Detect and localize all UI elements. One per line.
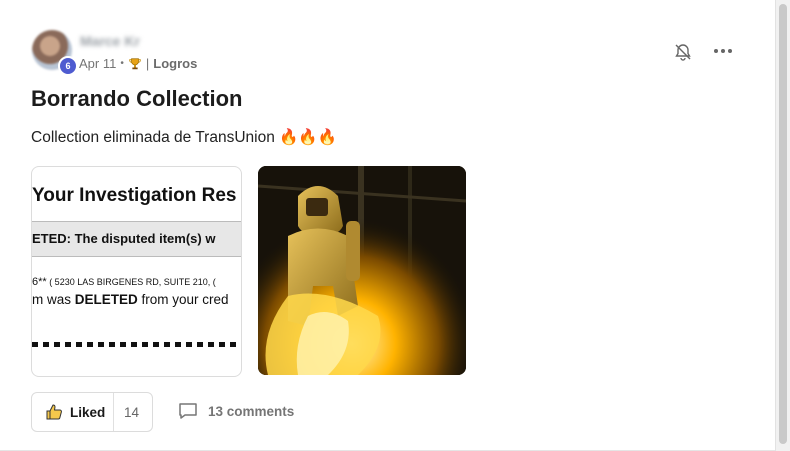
scrollbar[interactable]	[775, 0, 790, 451]
attachment-line-1: 6** ( 5230 LAS BIRGENES RD, SUITE 210, (	[32, 276, 216, 288]
post-category[interactable]: Logros	[153, 56, 197, 71]
attachment-band-text: ETED: The disputed item(s) w	[32, 231, 216, 246]
attachment-image-1[interactable]: Your Investigation Res ETED: The dispute…	[31, 166, 242, 377]
category-prefix: |	[145, 56, 150, 71]
comments-label: 13 comments	[208, 403, 295, 419]
post-date[interactable]: Apr 11	[79, 56, 116, 71]
thumbs-up-icon	[46, 404, 62, 420]
scrollbar-thumb[interactable]	[779, 4, 787, 444]
more-horizontal-icon[interactable]	[712, 40, 734, 62]
attachment-band: ETED: The disputed item(s) w	[32, 221, 241, 257]
like-divider	[113, 393, 114, 431]
dashed-divider	[32, 342, 241, 347]
author-name[interactable]: Marce Kr	[80, 33, 140, 49]
like-count[interactable]: 14	[124, 405, 139, 420]
level-badge: 6	[58, 56, 78, 76]
post-title[interactable]: Borrando Collection	[31, 86, 242, 112]
attachment-line-2: m was DELETED from your cred	[32, 292, 229, 307]
post-meta: Apr 11 • | Logros	[79, 56, 197, 71]
comments-button[interactable]: 13 comments	[178, 402, 294, 420]
post-card: 6 Marce Kr Apr 11 • | Logros Borrando Co…	[0, 0, 776, 451]
like-label: Liked	[70, 405, 106, 420]
firefighter-photo	[258, 166, 466, 375]
meta-separator: •	[120, 58, 124, 69]
post-body: Collection eliminada de TransUnion 🔥🔥🔥	[31, 129, 338, 146]
attachment-image-2[interactable]	[258, 166, 466, 375]
like-button[interactable]: Liked 14	[31, 392, 153, 432]
comment-icon	[179, 403, 197, 419]
attachment-heading: Your Investigation Res	[32, 185, 237, 206]
trophy-icon	[129, 57, 141, 69]
bell-off-icon[interactable]	[673, 42, 693, 62]
